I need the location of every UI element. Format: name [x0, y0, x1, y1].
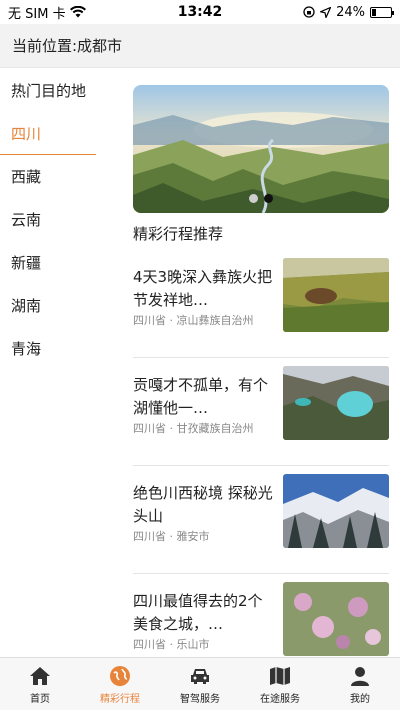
sidebar-header: 热门目的地 [11, 81, 87, 100]
trip-thumbnail [283, 366, 389, 440]
tab-mine[interactable]: 我的 [320, 658, 400, 710]
map-icon [270, 666, 290, 685]
globe-icon [110, 665, 130, 686]
tab-label: 在途服务 [260, 693, 300, 705]
destination-sidebar: 热门目的地 四川 西藏 云南 新疆 湖南 青海 [0, 68, 96, 657]
trip-location: 四川省 · 甘孜藏族自治州 [133, 422, 254, 435]
bottom-tab-bar: 首页 精彩行程 智驾服务 在途服务 我的 [0, 657, 400, 710]
tab-on-route[interactable]: 在途服务 [240, 658, 320, 710]
clock: 13:42 [177, 4, 223, 20]
trip-title: 4天3晚深入彝族火把节发祥地… [133, 268, 273, 309]
status-bar: 无 SIM 卡 13:42 24% [0, 0, 400, 24]
tab-label: 智驾服务 [180, 693, 220, 705]
trip-title: 四川最值得去的2个美食之城，… [133, 592, 263, 633]
trip-card[interactable]: 贡嘎才不孤单，有个湖懂他一… 四川省 · 甘孜藏族自治州 [133, 358, 389, 466]
trip-card[interactable]: 四川最值得去的2个美食之城，… 四川省 · 乐山市 [133, 574, 389, 657]
trip-card[interactable]: 绝色川西秘境 探秘光头山 四川省 · 雅安市 [133, 466, 389, 574]
trip-thumbnail [283, 582, 389, 656]
battery-percent: 24% [336, 4, 365, 20]
section-title: 精彩行程推荐 [133, 225, 224, 243]
tab-label: 我的 [350, 693, 370, 705]
tab-label: 首页 [30, 693, 50, 705]
tab-home[interactable]: 首页 [0, 658, 80, 710]
sidebar-item-tibet[interactable]: 西藏 [0, 155, 96, 198]
sidebar-item-yunnan[interactable]: 云南 [0, 198, 96, 241]
trip-title: 贡嘎才不孤单，有个湖懂他一… [133, 376, 269, 417]
trip-card[interactable]: 4天3晚深入彝族火把节发祥地… 四川省 · 凉山彝族自治州 [133, 250, 389, 358]
current-location-label: 当前位置:成都市 [12, 37, 123, 55]
carrier-label: 无 SIM 卡 [8, 6, 66, 22]
sidebar-item-hunan[interactable]: 湖南 [0, 284, 96, 327]
trip-location: 四川省 · 凉山彝族自治州 [133, 314, 254, 327]
trip-thumbnail [283, 258, 389, 332]
location-arrow-icon [320, 6, 332, 18]
user-icon [351, 666, 369, 686]
trip-location: 四川省 · 乐山市 [133, 638, 210, 651]
trip-title: 绝色川西秘境 探秘光头山 [133, 484, 273, 525]
car-icon [191, 668, 209, 684]
trip-location: 四川省 · 雅安市 [133, 530, 210, 543]
carousel-indicator [133, 194, 389, 203]
current-location-bar[interactable]: 当前位置:成都市 [0, 24, 400, 68]
home-icon [30, 666, 50, 685]
main-content: 精彩行程推荐 4天3晚深入彝族火把节发祥地… 四川省 · 凉山彝族自治州 贡嘎才… [96, 68, 400, 657]
tab-smart-driving[interactable]: 智驾服务 [160, 658, 240, 710]
sidebar-item-xinjiang[interactable]: 新疆 [0, 241, 96, 284]
tab-featured-trips[interactable]: 精彩行程 [80, 658, 160, 710]
orientation-lock-icon [303, 6, 315, 18]
sidebar-item-qinghai[interactable]: 青海 [0, 327, 96, 370]
carousel-dot[interactable] [249, 194, 258, 203]
banner-carousel[interactable] [133, 85, 389, 213]
sidebar-item-sichuan[interactable]: 四川 [0, 112, 96, 155]
tab-label: 精彩行程 [100, 693, 140, 705]
trip-thumbnail [283, 474, 389, 548]
carousel-dot-active[interactable] [264, 194, 273, 203]
wifi-icon [69, 6, 86, 18]
battery-icon [369, 6, 394, 18]
